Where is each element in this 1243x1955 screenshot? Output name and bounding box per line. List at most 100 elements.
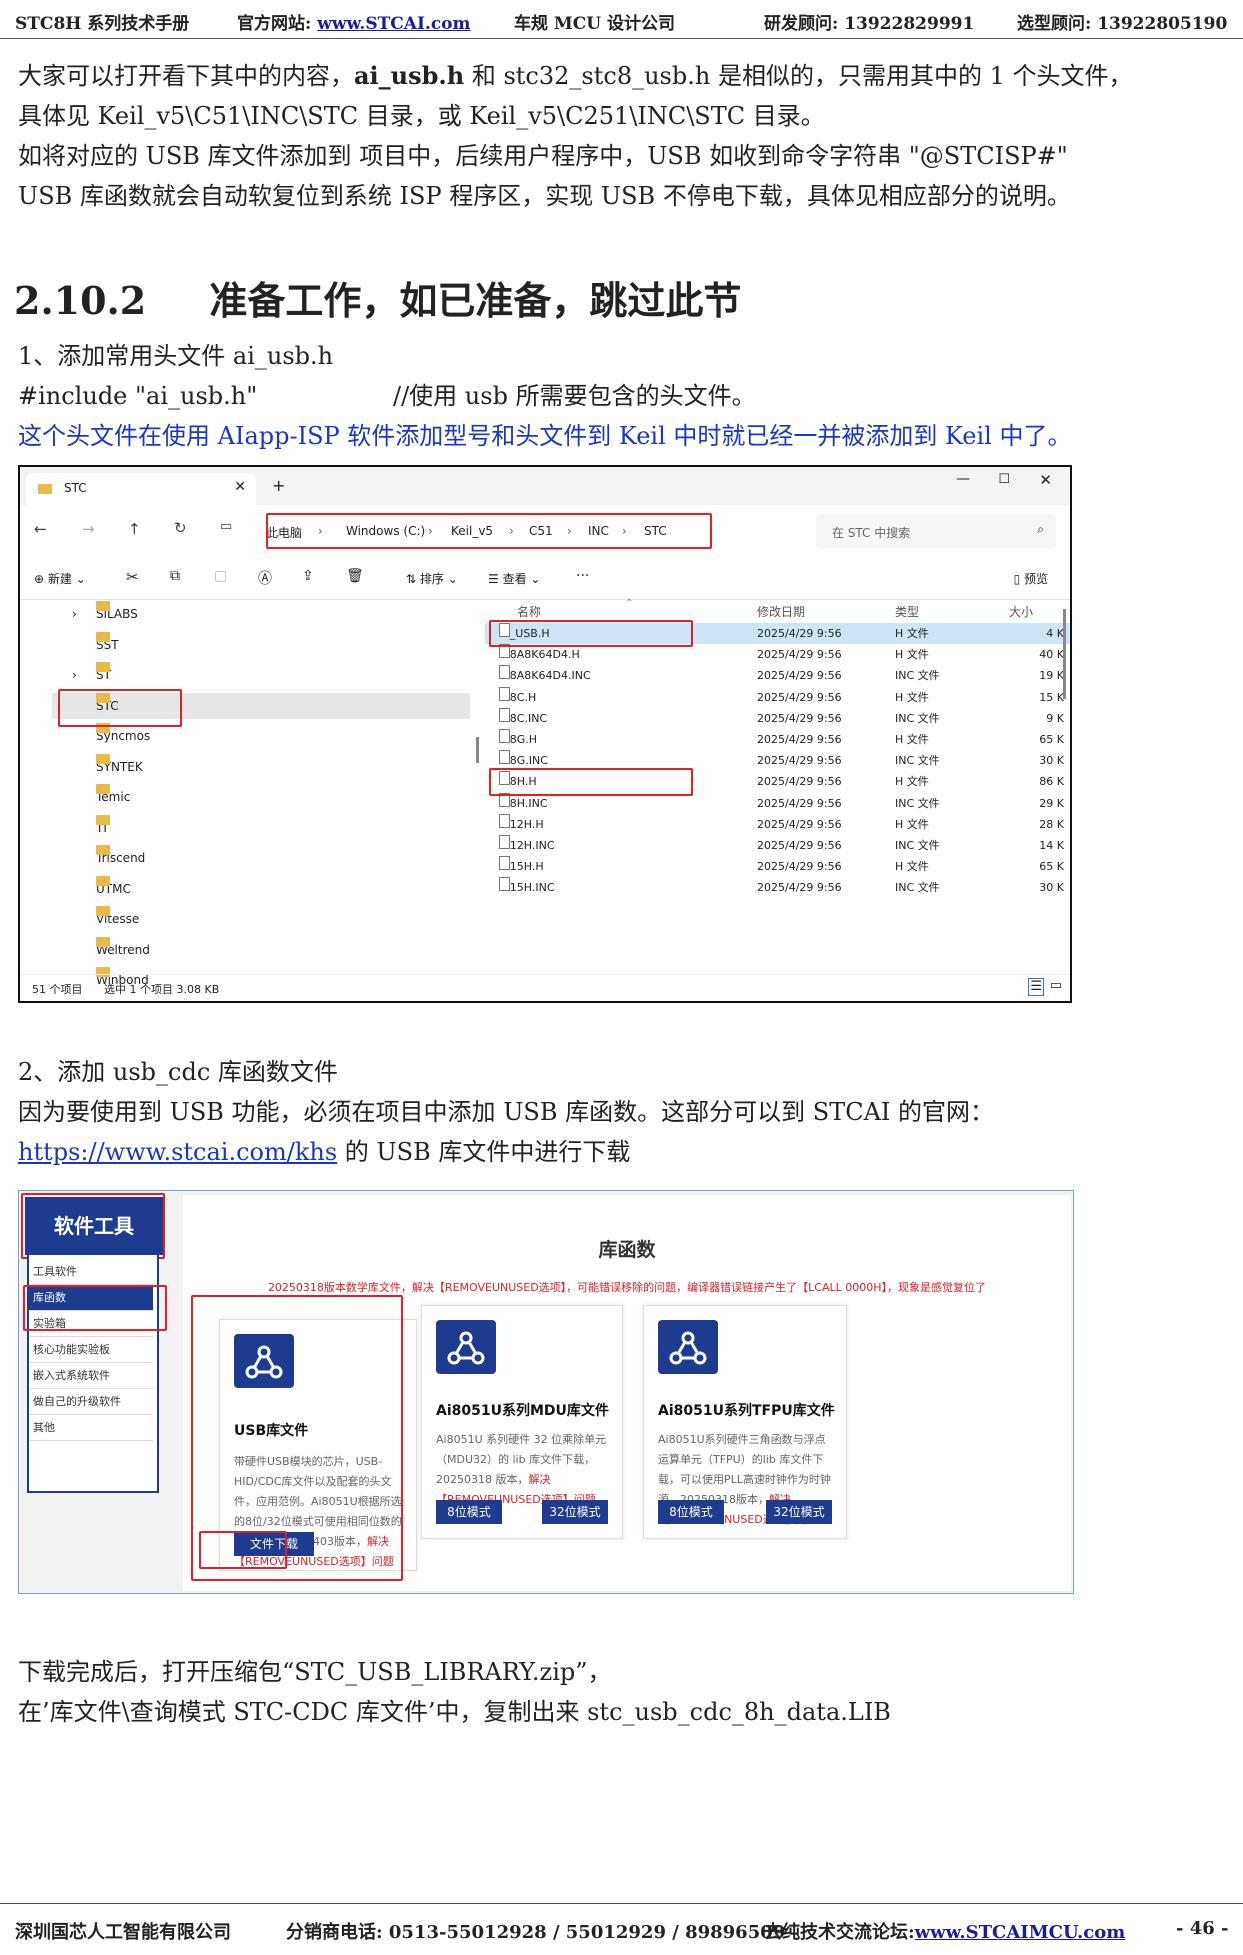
new-tab-button[interactable]: + — [272, 476, 285, 495]
step2-line-1: 因为要使用到 USB 功能，必须在项目中添加 USB 库函数。这部分可以到 ST… — [18, 1098, 995, 1126]
details-view-icon[interactable]: ☰ — [1028, 978, 1044, 996]
sidebar-item-label: Vitesse — [96, 906, 139, 932]
chevron-right-icon[interactable]: › — [72, 601, 77, 627]
more-button[interactable]: ··· — [576, 568, 589, 584]
distributor-phone: 分销商电话: 0513-55012928 / 55012929 / 898965… — [286, 1922, 786, 1943]
file-date: 2025/4/29 9:56 — [757, 669, 842, 683]
file-row[interactable]: AI12H.H 2025/4/29 9:56 H 文件 28 K — [485, 813, 1070, 835]
pane-splitter[interactable] — [476, 737, 479, 763]
file-name: AI8G.H — [499, 729, 537, 750]
forward-icon[interactable]: → — [82, 520, 95, 538]
file-row[interactable]: AI8A8K64D4.H 2025/4/29 9:56 H 文件 40 K — [485, 644, 1070, 665]
mcu-slogan: 车规 MCU 设计公司 — [514, 14, 676, 34]
rename-icon[interactable]: Ⓐ — [258, 568, 272, 588]
32bit-mode-button[interactable]: 32位模式 — [766, 1500, 832, 1524]
sidebar-item-sst[interactable]: SST — [20, 631, 470, 658]
file-date: 2025/4/29 9:56 — [757, 690, 842, 704]
file-type: INC 文件 — [895, 881, 940, 895]
file-date: 2025/4/29 9:56 — [757, 775, 842, 789]
file-name: AI8C.H — [499, 686, 536, 708]
sidebar-menu-item[interactable]: 做自己的升级软件 — [29, 1389, 153, 1415]
chevron-right-icon[interactable]: › — [72, 662, 77, 688]
website-main: 库函数 20250318版本数学库文件，解决【REMOVEUNUSED选项】，可… — [183, 1195, 1071, 1591]
folder-icon — [96, 814, 110, 825]
stcai-khs-link[interactable]: https://www.stcai.com/khs — [18, 1138, 337, 1166]
file-name: AI12H.INC — [499, 835, 555, 856]
view-button[interactable]: ☰ 查看 ⌄ — [488, 570, 540, 587]
8bit-mode-button[interactable]: 8位模式 — [436, 1500, 502, 1524]
8bit-mode-button[interactable]: 8位模式 — [658, 1500, 724, 1524]
delete-icon[interactable]: 🗑 — [346, 568, 364, 584]
file-date: 2025/4/29 9:56 — [757, 881, 842, 895]
file-row[interactable]: AI8C.H 2025/4/29 9:56 H 文件 15 K — [485, 686, 1070, 708]
share-icon[interactable]: ⇪ — [302, 568, 314, 584]
tab-close-icon[interactable]: ✕ — [234, 479, 246, 495]
file-icon — [499, 686, 510, 701]
back-icon[interactable]: ← — [34, 520, 47, 538]
sidebar-item-weltrend[interactable]: Weltrend — [20, 936, 470, 963]
column-date[interactable]: 修改日期 — [757, 599, 805, 625]
after-line-2: 在’库文件\查询模式 STC-CDC 库文件’中，复制出来 stc_usb_cd… — [18, 1698, 891, 1726]
folder-icon — [38, 484, 52, 494]
paste-icon[interactable]: ▢ — [214, 568, 227, 584]
sidebar-item-silabs[interactable]: › SiLABS — [20, 601, 470, 627]
refresh-icon[interactable]: ↻ — [174, 519, 187, 537]
explorer-tab[interactable]: STC ✕ — [26, 473, 256, 505]
minimize-icon[interactable]: — — [956, 471, 970, 487]
file-size: 28 K — [1039, 817, 1064, 831]
manual-title: STC8H 系列技术手册 — [15, 14, 190, 34]
file-row[interactable]: AI15H.H 2025/4/29 9:56 H 文件 65 K — [485, 856, 1070, 877]
file-type: H 文件 — [895, 690, 929, 704]
close-icon[interactable]: ✕ — [1039, 471, 1052, 489]
sort-button[interactable]: ⇅ 排序 ⌄ — [406, 570, 458, 587]
file-row[interactable]: AI12H.INC 2025/4/29 9:56 INC 文件 14 K — [485, 835, 1070, 856]
folder-icon — [96, 662, 110, 672]
sidebar-item-label: Syncmos — [96, 723, 150, 749]
folder-icon — [96, 875, 110, 886]
sidebar-item-syncmos[interactable]: Syncmos — [20, 723, 470, 749]
preview-button[interactable]: ▯ 预览 — [1014, 570, 1048, 587]
file-row[interactable]: AI8A8K64D4.INC 2025/4/29 9:56 INC 文件 19 K — [485, 665, 1070, 686]
scrollbar[interactable] — [1063, 609, 1066, 699]
column-type[interactable]: 类型 — [895, 599, 919, 625]
file-name: AI12H.H — [499, 813, 544, 835]
new-button[interactable]: ⊕ 新建 ⌄ — [34, 570, 86, 587]
file-size: 65 K — [1039, 860, 1064, 874]
tab-bar: STC ✕ + — ☐ ✕ — [20, 467, 1070, 505]
card-tfpu-library: Ai8051U系列TFPU库文件 Ai8051U系列硬件三角函数与浮点运算单元（… — [643, 1305, 847, 1539]
search-input[interactable]: 在 STC 中搜索 ⌕ — [816, 514, 1056, 548]
file-row[interactable]: AI8G.H 2025/4/29 9:56 H 文件 65 K — [485, 729, 1070, 750]
sidebar-menu-item[interactable]: 工具软件 — [29, 1259, 153, 1285]
up-icon[interactable]: ↑ — [128, 520, 141, 538]
step1-comment: //使用 usb 所需要包含的头文件。 — [393, 382, 756, 410]
site-link[interactable]: www.STCAI.com — [317, 14, 470, 34]
sidebar-item-label: ST — [96, 662, 111, 688]
file-size: 19 K — [1039, 669, 1064, 683]
file-row[interactable]: AI8H.INC 2025/4/29 9:56 INC 文件 29 K — [485, 792, 1070, 814]
tiles-view-icon[interactable]: ▭ — [1050, 978, 1062, 993]
sidebar-menu-item[interactable]: 核心功能实验板 — [29, 1337, 153, 1363]
file-row[interactable]: AI8C.INC 2025/4/29 9:56 INC 文件 9 K — [485, 707, 1070, 729]
sidebar-menu-item[interactable]: 嵌入式系统软件 — [29, 1363, 153, 1389]
32bit-mode-button[interactable]: 32位模式 — [542, 1500, 608, 1524]
sidebar-item-triscend[interactable]: Triscend — [20, 845, 470, 871]
sales-contact: 选型顾问: 13922805190 — [1017, 14, 1228, 34]
file-date: 2025/4/29 9:56 — [757, 733, 842, 746]
section-number: 2.10.2 — [14, 278, 147, 323]
sidebar-menu-item[interactable]: 其他 — [29, 1415, 153, 1441]
maximize-icon[interactable]: ☐ — [998, 472, 1010, 487]
column-size[interactable]: 大小 — [1009, 599, 1033, 625]
forum-link[interactable]: www.STCAIMCU.com — [915, 1922, 1126, 1943]
sidebar-item-vitesse[interactable]: Vitesse — [20, 906, 470, 932]
sidebar-item-syntek[interactable]: SYNTEK — [20, 753, 470, 780]
sidebar-item-st[interactable]: › ST — [20, 662, 470, 688]
sidebar-item-label: Triscend — [96, 845, 145, 871]
sidebar-item-ti[interactable]: TI — [20, 814, 470, 841]
file-size: 86 K — [1039, 775, 1064, 789]
folder-icon — [96, 906, 110, 916]
file-row[interactable]: AI15H.INC 2025/4/29 9:56 INC 文件 30 K — [485, 877, 1070, 898]
copy-icon[interactable]: ⧉ — [170, 568, 180, 584]
sidebar-item-utmc[interactable]: UTMC — [20, 875, 470, 902]
sidebar-item-temic[interactable]: Temic — [20, 784, 470, 810]
cut-icon[interactable]: ✂ — [126, 568, 139, 586]
